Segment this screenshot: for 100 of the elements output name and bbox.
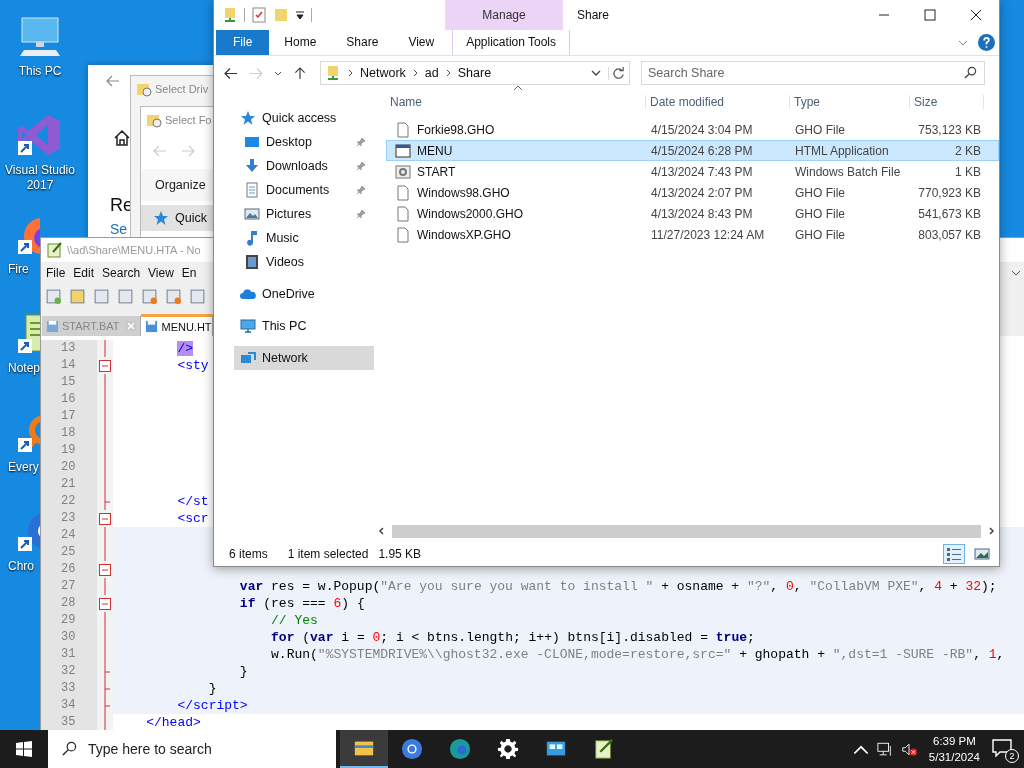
dropdown-icon[interactable] bbox=[591, 70, 601, 76]
nav-item[interactable]: Quick bbox=[141, 205, 213, 231]
clock-time[interactable]: 6:39 PM bbox=[933, 733, 976, 749]
line-number: 20 bbox=[41, 459, 97, 476]
fold-toggle-icon[interactable] bbox=[99, 512, 111, 525]
expand-ribbon-icon[interactable] bbox=[958, 39, 968, 46]
ribbon-tab[interactable]: View bbox=[393, 30, 450, 55]
link[interactable]: Se bbox=[110, 221, 128, 237]
desktop-icon-label: This PC bbox=[17, 64, 63, 79]
computer-icon bbox=[240, 318, 256, 334]
date-cell-text: 4/15/2024 3:04 PM bbox=[650, 122, 754, 137]
ribbon-tab[interactable]: Application Tools bbox=[452, 30, 571, 55]
column-header[interactable]: Name bbox=[386, 95, 646, 109]
search-field[interactable]: Type here to search bbox=[48, 730, 336, 768]
nav-item[interactable]: Network bbox=[234, 346, 374, 370]
column-header[interactable]: Date modified bbox=[646, 95, 790, 109]
notifications-icon[interactable] bbox=[992, 739, 1012, 757]
film-icon bbox=[244, 254, 260, 270]
window-title: Share bbox=[577, 8, 610, 22]
file-row[interactable]: WindowsXP.GHO 11/27/2023 12:24 AM GHO File 803,057 KB bbox=[386, 224, 999, 245]
breadcrumb[interactable]: ad bbox=[424, 66, 439, 80]
pin-icon[interactable] bbox=[356, 185, 366, 195]
chevron-icon[interactable] bbox=[1011, 270, 1021, 276]
pin-icon[interactable] bbox=[356, 209, 366, 219]
up-arrow-icon[interactable] bbox=[293, 66, 307, 80]
file-row[interactable]: Windows98.GHO 4/13/2024 2:07 PM GHO File 770,923 KB bbox=[386, 182, 999, 203]
type-cell-text: HTML Application bbox=[794, 143, 890, 158]
document-tab[interactable]: MENU.HT bbox=[141, 314, 213, 336]
line-number: 27 bbox=[41, 578, 97, 595]
file-row[interactable]: Windows2000.GHO 4/13/2024 8:43 PM GHO File 541,673 KB bbox=[386, 203, 999, 224]
dialog-title: Select Fo bbox=[165, 114, 212, 126]
file-row[interactable]: Forkie98.GHO 4/15/2024 3:04 PM GHO File 753,123 KB bbox=[386, 119, 999, 140]
network-icon[interactable] bbox=[876, 741, 893, 757]
nav-item[interactable]: Music bbox=[234, 226, 374, 250]
file-name: MENU bbox=[417, 143, 453, 158]
windows-logo-icon[interactable] bbox=[16, 741, 32, 757]
nav-item[interactable]: Desktop bbox=[234, 130, 374, 154]
clock-date[interactable]: 5/31/2024 bbox=[928, 749, 980, 765]
address-bar[interactable]: Network ad Share bbox=[320, 61, 630, 85]
folder-icon bbox=[136, 81, 152, 97]
line-number: 14 bbox=[41, 357, 97, 374]
ribbon-tab[interactable]: Share bbox=[331, 30, 394, 55]
nav-item[interactable]: Downloads bbox=[234, 154, 374, 178]
column-header[interactable]: Type bbox=[790, 95, 910, 109]
help-icon[interactable] bbox=[978, 34, 995, 51]
breadcrumb[interactable]: Network bbox=[360, 66, 406, 80]
nav-item[interactable]: Quick access bbox=[234, 106, 374, 130]
refresh-icon[interactable] bbox=[608, 66, 625, 80]
dropdown-icon[interactable] bbox=[295, 10, 305, 20]
fold-toggle-icon[interactable] bbox=[99, 359, 111, 372]
nav-item[interactable]: Videos bbox=[234, 250, 374, 274]
fold-toggle-icon[interactable] bbox=[99, 597, 111, 610]
breadcrumb[interactable]: Share bbox=[457, 66, 492, 80]
code-line: if (res === 6) { bbox=[238, 596, 365, 611]
code-line: </script> bbox=[176, 698, 248, 713]
search-field[interactable]: Search Share bbox=[641, 61, 985, 85]
line-number: 19 bbox=[41, 442, 97, 459]
code-line: <sty bbox=[176, 358, 209, 373]
nav-item[interactable]: Documents bbox=[234, 178, 374, 202]
details-view-icon[interactable] bbox=[943, 544, 965, 564]
ribbon-tab[interactable]: Home bbox=[269, 30, 332, 55]
file-name: WindowsXP.GHO bbox=[417, 227, 511, 242]
back-arrow-icon[interactable] bbox=[224, 66, 238, 80]
date-cell-text: 4/13/2024 7:43 PM bbox=[650, 164, 754, 179]
volume-muted-icon[interactable] bbox=[900, 741, 917, 757]
network-icon bbox=[240, 350, 256, 366]
star-icon bbox=[240, 110, 256, 126]
fold-toggle-icon[interactable] bbox=[99, 563, 111, 576]
nav-item[interactable]: OneDrive bbox=[234, 282, 374, 306]
file-row[interactable]: MENU 4/15/2024 6:28 PM HTML Application 2 KB bbox=[386, 140, 999, 161]
code-line: for (var i = 0; i < btns.length; i++) btns[i].disabled = true; bbox=[270, 630, 755, 645]
menu-item[interactable]: En bbox=[181, 266, 197, 280]
code-line: // Yes bbox=[270, 613, 318, 628]
menu-item[interactable]: Search bbox=[102, 266, 141, 280]
chevron-right-icon bbox=[348, 69, 353, 77]
line-number: 29 bbox=[41, 612, 97, 629]
file-icon bbox=[395, 184, 411, 201]
line-number: 22 bbox=[41, 493, 97, 510]
taskbar-app[interactable] bbox=[340, 730, 388, 768]
recent-locations-icon[interactable] bbox=[274, 70, 282, 76]
nav-item[interactable]: This PC bbox=[234, 314, 374, 338]
settings-icon bbox=[497, 738, 519, 760]
nav-item[interactable]: Pictures bbox=[234, 202, 374, 226]
file-icon bbox=[395, 205, 411, 222]
date-cell-text: 11/27/2023 12:24 AM bbox=[650, 227, 766, 242]
file-row[interactable]: START 4/13/2024 7:43 PM Windows Batch File 1 KB bbox=[386, 161, 999, 182]
picture-icon bbox=[244, 206, 260, 222]
column-header[interactable]: Size bbox=[910, 95, 984, 109]
music-note-icon bbox=[244, 230, 260, 246]
ribbon-tab[interactable]: File bbox=[216, 30, 270, 55]
menu-item[interactable]: Edit bbox=[73, 266, 95, 280]
menu-item[interactable]: View bbox=[148, 266, 174, 280]
dialog-title: Select Driv bbox=[155, 83, 209, 95]
pin-icon[interactable] bbox=[356, 161, 366, 171]
context-tab-header: Manage bbox=[445, 0, 563, 30]
item-count: 6 items bbox=[229, 547, 268, 561]
properties-icon[interactable] bbox=[251, 7, 267, 23]
menu-item[interactable]: File bbox=[46, 266, 66, 280]
home-icon[interactable] bbox=[113, 129, 131, 147]
pin-icon[interactable] bbox=[356, 137, 366, 147]
